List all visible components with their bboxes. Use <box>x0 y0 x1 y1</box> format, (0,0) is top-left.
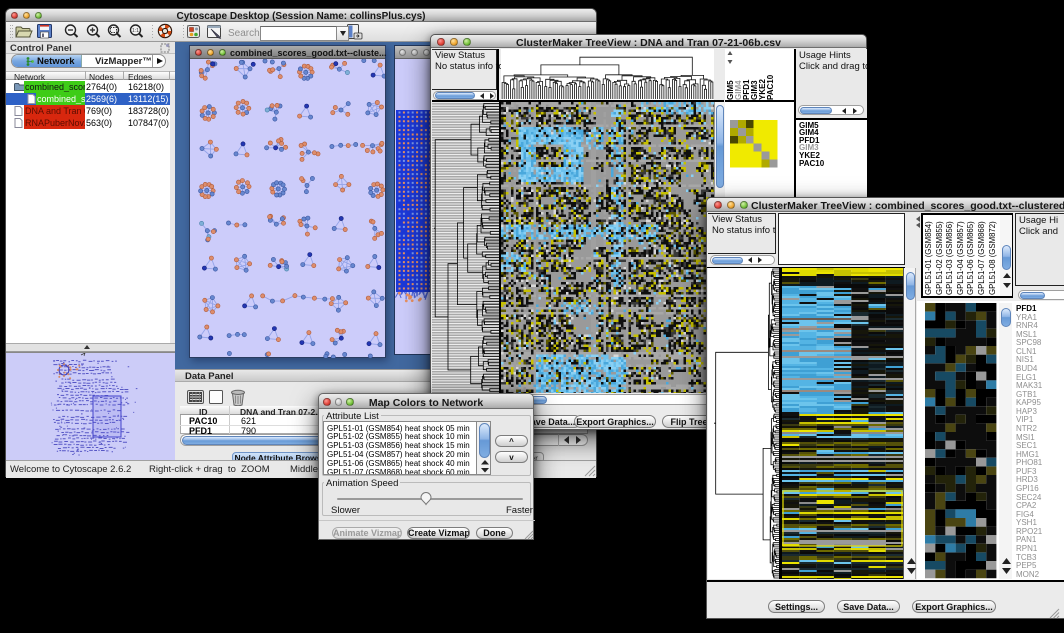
svg-text:1:1: 1:1 <box>132 28 139 34</box>
